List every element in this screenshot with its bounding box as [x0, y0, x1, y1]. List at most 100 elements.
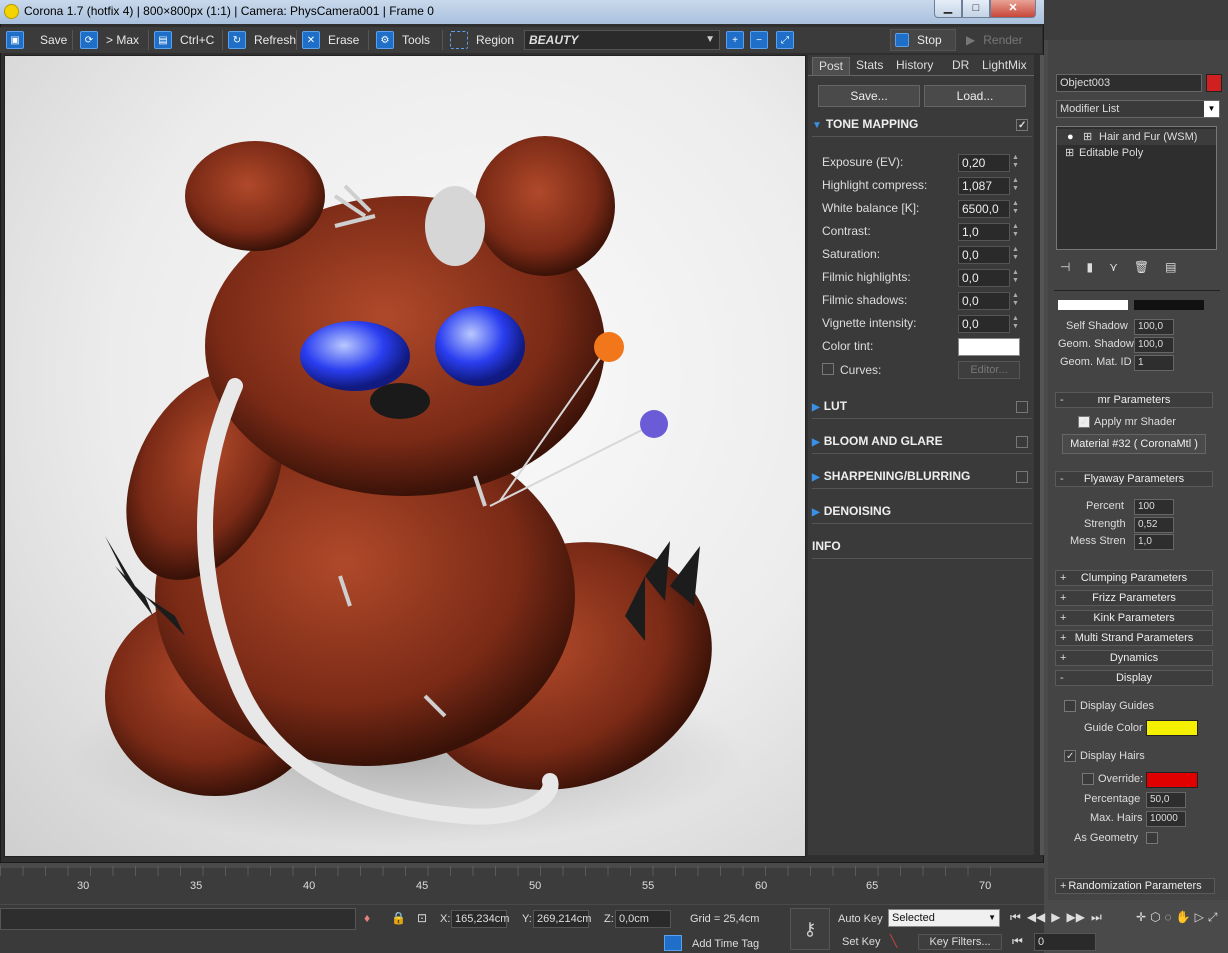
- stack-item-editable-poly[interactable]: ⊞ Editable Poly: [1057, 145, 1216, 161]
- zoom-in-button[interactable]: +: [726, 29, 752, 51]
- self-shadow-field[interactable]: 100,0: [1134, 319, 1174, 335]
- object-name-input[interactable]: Object003: [1056, 74, 1202, 92]
- sharpening-checkbox[interactable]: [1016, 471, 1028, 483]
- maximize-button[interactable]: □: [962, 0, 990, 18]
- stack-item-hair-fur[interactable]: ● ⊞ Hair and Fur (WSM): [1057, 129, 1216, 145]
- pin-stack-icon[interactable]: ⊣: [1060, 260, 1070, 276]
- render-image[interactable]: [4, 55, 806, 857]
- close-button[interactable]: ✕: [990, 0, 1036, 18]
- apply-mr-shader-checkbox[interactable]: [1078, 416, 1090, 431]
- rollout-dynamics[interactable]: + Dynamics: [1055, 650, 1213, 666]
- section-sharpening-blurring[interactable]: ▶ SHARPENING/BLURRING: [812, 469, 1032, 489]
- stop-button[interactable]: Stop: [890, 29, 956, 51]
- filmic-shadows-input[interactable]: 0,0: [958, 292, 1010, 310]
- material-button[interactable]: Material #32 ( CoronaMtl ): [1062, 434, 1206, 454]
- play-icon[interactable]: ▶: [1051, 910, 1060, 928]
- spinner-icon[interactable]: ▲ ▼: [1012, 200, 1020, 216]
- modifier-list-dropdown[interactable]: Modifier List: [1056, 100, 1220, 118]
- field-of-view-icon[interactable]: ▷: [1195, 910, 1204, 950]
- set-key-button[interactable]: Set Key: [842, 936, 881, 948]
- spinner-icon[interactable]: ▲ ▼: [1012, 269, 1020, 285]
- current-frame-input[interactable]: 0: [1034, 933, 1096, 951]
- render-button[interactable]: ▶ Render: [962, 29, 1034, 51]
- tab-dr[interactable]: DR: [946, 57, 975, 75]
- remove-modifier-icon[interactable]: 🗑: [1134, 260, 1149, 276]
- key-filters-button[interactable]: Key Filters...: [918, 934, 1002, 950]
- rollout-randomization[interactable]: + Randomization Parameters: [1055, 878, 1215, 894]
- percent-field[interactable]: 100: [1134, 499, 1174, 515]
- rollout-kink[interactable]: + Kink Parameters: [1055, 610, 1213, 626]
- key-mode-select[interactable]: Selected ▼: [888, 909, 1000, 927]
- lock-icon[interactable]: 🔒: [391, 911, 406, 925]
- tone-mapping-checkbox[interactable]: [1016, 119, 1028, 131]
- tab-history[interactable]: History: [890, 57, 939, 75]
- tab-stats[interactable]: Stats: [850, 57, 889, 75]
- color-tint-swatch[interactable]: [958, 338, 1020, 356]
- guide-color-swatch[interactable]: [1146, 720, 1198, 736]
- object-color-swatch[interactable]: [1206, 74, 1222, 92]
- x-coordinate[interactable]: 165,234cm: [451, 910, 509, 928]
- highlight-compress-input[interactable]: 1,087: [958, 177, 1010, 195]
- orbit-icon[interactable]: ◌: [1165, 910, 1172, 950]
- save-button[interactable]: ▣ Save: [6, 29, 67, 51]
- show-end-result-icon[interactable]: ▮: [1086, 260, 1093, 276]
- next-frame-icon[interactable]: ▶▶: [1067, 910, 1085, 928]
- percentage-field[interactable]: 50,0: [1146, 792, 1186, 808]
- refresh-button[interactable]: ↻ Refresh: [228, 29, 296, 51]
- y-coordinate[interactable]: 269,214cm: [533, 910, 591, 928]
- pan-icon[interactable]: ✋: [1176, 910, 1191, 950]
- color-swatch-black[interactable]: [1134, 300, 1204, 310]
- configure-sets-icon[interactable]: ▤: [1165, 260, 1176, 276]
- to-max-button[interactable]: ⟳ > Max: [80, 29, 139, 51]
- override-color-swatch[interactable]: [1146, 772, 1198, 788]
- spinner-icon[interactable]: ▲ ▼: [1012, 292, 1020, 308]
- override-checkbox[interactable]: [1082, 773, 1094, 788]
- key-icon[interactable]: ⚷: [790, 908, 830, 950]
- bloom-glare-checkbox[interactable]: [1016, 436, 1028, 448]
- save-preset-button[interactable]: Save...: [818, 85, 920, 107]
- copy-button[interactable]: ▤ Ctrl+C: [154, 29, 214, 51]
- section-info[interactable]: INFO: [812, 539, 1032, 559]
- go-to-end-icon[interactable]: ⏭: [1091, 910, 1102, 928]
- expand-plus-icon[interactable]: ⊞: [1083, 129, 1092, 145]
- go-to-start-icon[interactable]: ⏮: [1010, 910, 1021, 928]
- section-lut[interactable]: ▶ LUT: [812, 399, 1032, 419]
- isolate-icon[interactable]: ♦: [364, 911, 370, 925]
- chevron-down-icon[interactable]: ▼: [1204, 101, 1219, 117]
- tab-lightmix[interactable]: LightMix: [976, 57, 1033, 75]
- mess-stren-field[interactable]: 1,0: [1134, 534, 1174, 550]
- erase-button[interactable]: ✕ Erase: [302, 29, 359, 51]
- spinner-icon[interactable]: ▲ ▼: [1012, 154, 1020, 170]
- color-swatch-white[interactable]: [1058, 300, 1128, 310]
- panel-scrollbar[interactable]: [1040, 55, 1044, 855]
- load-preset-button[interactable]: Load...: [924, 85, 1026, 107]
- previous-frame-icon[interactable]: ◀◀: [1027, 910, 1045, 928]
- rollout-frizz[interactable]: + Frizz Parameters: [1055, 590, 1213, 606]
- minimize-button[interactable]: ▁: [934, 0, 962, 18]
- key-mode-icon[interactable]: ⏮: [1012, 934, 1023, 949]
- section-tone-mapping[interactable]: ▼ TONE MAPPING: [812, 117, 1032, 137]
- curves-editor-button[interactable]: Editor...: [958, 361, 1020, 379]
- channel-select[interactable]: BEAUTY ▼: [524, 30, 720, 50]
- saturation-input[interactable]: 0,0: [958, 246, 1010, 264]
- strength-field[interactable]: 0,52: [1134, 517, 1174, 533]
- maximize-viewport-icon[interactable]: ⤢: [1208, 910, 1218, 950]
- section-denoising[interactable]: ▶ DENOISING: [812, 504, 1032, 524]
- zoom-icon[interactable]: ✛: [1136, 910, 1146, 950]
- spinner-icon[interactable]: ▲ ▼: [1012, 223, 1020, 239]
- add-time-tag[interactable]: Add Time Tag: [692, 938, 759, 950]
- lightbulb-icon[interactable]: ●: [1067, 129, 1074, 145]
- rollout-clumping[interactable]: + Clumping Parameters: [1055, 570, 1213, 586]
- tab-post[interactable]: Post: [812, 57, 851, 75]
- display-hairs-checkbox[interactable]: [1064, 750, 1076, 765]
- time-tag-icon[interactable]: [664, 935, 682, 951]
- rollout-multi-strand[interactable]: + Multi Strand Parameters: [1055, 630, 1213, 646]
- expand-plus-icon[interactable]: ⊞: [1065, 145, 1074, 161]
- set-key-icon[interactable]: ╲: [890, 934, 897, 948]
- filmic-highlights-input[interactable]: 0,0: [958, 269, 1010, 287]
- region-button[interactable]: Region: [450, 29, 514, 51]
- rollout-display[interactable]: - Display: [1055, 670, 1213, 686]
- exposure-input[interactable]: 0,20: [958, 154, 1010, 172]
- zoom-all-icon[interactable]: ⬡: [1150, 910, 1160, 950]
- zoom-out-button[interactable]: −: [750, 29, 776, 51]
